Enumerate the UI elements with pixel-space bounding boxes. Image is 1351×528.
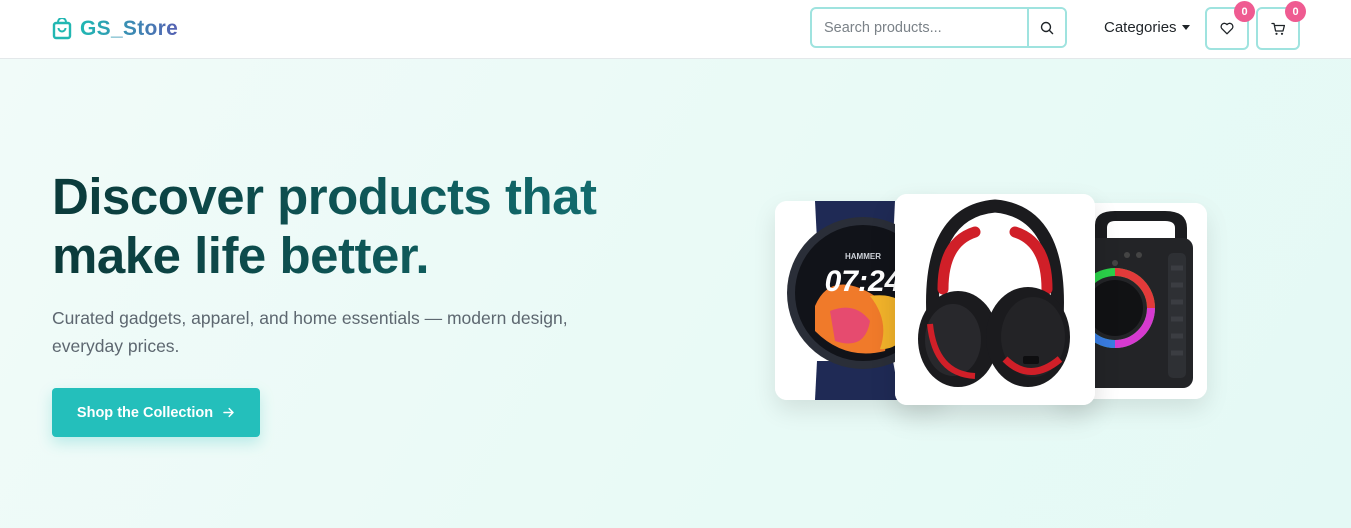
hero-subtext: Curated gadgets, apparel, and home essen… xyxy=(52,308,568,356)
search-button[interactable] xyxy=(1027,9,1065,46)
cta-label: Shop the Collection xyxy=(76,404,214,421)
product-card-headphones[interactable] xyxy=(895,194,1095,405)
navbar: GS_Store Categories 0 0 xyxy=(0,0,1351,59)
brand-logo[interactable]: GS_Store xyxy=(52,15,178,43)
search-bar xyxy=(810,7,1067,48)
headphones-image xyxy=(895,194,1095,405)
cart-count-badge: 0 xyxy=(1285,1,1306,22)
heart-icon xyxy=(1220,22,1234,35)
wishlist-count-badge: 0 xyxy=(1234,1,1255,22)
shop-collection-button[interactable]: Shop the Collection xyxy=(52,388,260,437)
wishlist-button[interactable]: 0 xyxy=(1205,1,1255,50)
hero-section: Discover products that make life better.… xyxy=(0,59,1351,528)
watch-brand-text: HAMMER xyxy=(845,252,881,261)
search-icon xyxy=(1040,21,1054,34)
cart-button[interactable]: 0 xyxy=(1256,1,1306,50)
shopping-bag-icon xyxy=(52,18,72,40)
watch-time-text: 07:24 xyxy=(825,265,902,298)
cart-icon xyxy=(1270,22,1285,35)
categories-label: Categories xyxy=(1104,18,1177,36)
arrow-right-icon xyxy=(223,407,234,418)
hero-headline: Discover products that make life better. xyxy=(52,167,672,285)
categories-dropdown[interactable]: Categories xyxy=(1104,17,1190,37)
caret-down-icon xyxy=(1181,25,1190,30)
brand-name: GS_Store xyxy=(80,17,179,40)
search-input[interactable] xyxy=(812,9,1027,46)
